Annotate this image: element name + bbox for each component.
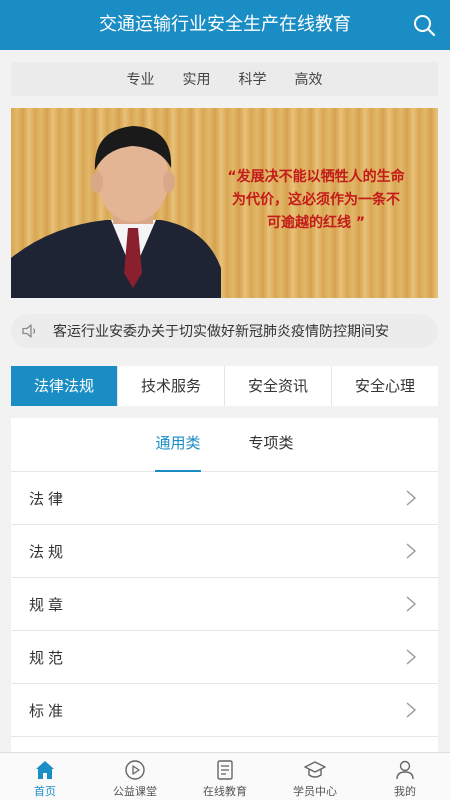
nav-label: 首页 <box>34 785 56 798</box>
notice-bar[interactable]: 客运行业安委办关于切实做好新冠肺炎疫情防控期间安 <box>11 314 438 348</box>
top-bar: 交通运输行业安全生产在线教育 <box>0 0 450 50</box>
list-item-label: 规范 <box>29 648 68 667</box>
banner-quote-line: “发展决不能以牺牲人的生命 <box>227 169 405 185</box>
nav-mine[interactable]: 我的 <box>360 753 450 800</box>
tab-safety-psychology[interactable]: 安全心理 <box>332 366 438 406</box>
nav-label: 学员中心 <box>293 785 337 798</box>
bottom-nav: 首页 公益课堂 在线教育 学员中心 我的 <box>0 752 450 800</box>
list-item[interactable]: 法律 <box>11 472 438 525</box>
search-icon[interactable] <box>412 13 436 37</box>
chevron-right-icon <box>406 543 417 559</box>
nav-home[interactable]: 首页 <box>0 753 90 800</box>
list-item[interactable]: 标准 <box>11 684 438 737</box>
subtab-general[interactable]: 通用类 <box>155 418 201 472</box>
graduation-cap-icon <box>304 761 326 778</box>
list-item[interactable]: 规章 <box>11 578 438 631</box>
nav-student-center[interactable]: 学员中心 <box>270 753 360 800</box>
list-item-label: 规章 <box>29 595 68 614</box>
list-item-label: 法律 <box>29 489 68 508</box>
content-panel: 通用类 专项类 法律 法规 规章 规范 标准 <box>11 418 438 753</box>
nav-online-education[interactable]: 在线教育 <box>180 753 270 800</box>
list-item[interactable]: 规范 <box>11 631 438 684</box>
chevron-right-icon <box>406 702 417 718</box>
slogan-item: 专业 <box>126 72 155 88</box>
play-circle-icon <box>125 760 145 780</box>
slogan-item: 高效 <box>294 72 323 88</box>
nav-label: 我的 <box>394 785 416 798</box>
subtabs: 通用类 专项类 <box>11 418 438 472</box>
nav-label: 在线教育 <box>203 785 247 798</box>
tab-safety-news[interactable]: 安全资讯 <box>225 366 332 406</box>
home-icon <box>36 761 54 779</box>
slogan-item: 科学 <box>238 72 267 88</box>
notice-text: 客运行业安委办关于切实做好新冠肺炎疫情防控期间安 <box>53 324 389 340</box>
tab-technical-service[interactable]: 技术服务 <box>118 366 225 406</box>
speaker-icon <box>22 324 36 338</box>
slogan-item: 实用 <box>182 72 211 88</box>
category-tabs: 法律法规 技术服务 安全资讯 安全心理 <box>11 366 438 406</box>
nav-public-class[interactable]: 公益课堂 <box>90 753 180 800</box>
tab-laws-regulations[interactable]: 法律法规 <box>11 366 118 406</box>
banner-quote: “发展决不能以牺牲人的生命 为代价，这必须作为一条不 可逾越的红线 ” <box>201 166 431 235</box>
chevron-right-icon <box>406 490 417 506</box>
chevron-right-icon <box>406 596 417 612</box>
banner-quote-line: 可逾越的红线 ” <box>266 215 366 231</box>
user-icon <box>396 760 414 780</box>
list-item-label: 法规 <box>29 542 68 561</box>
slogan-strip: 专业 实用 科学 高效 <box>11 62 438 96</box>
nav-label: 公益课堂 <box>113 785 157 798</box>
banner-carousel[interactable]: “发展决不能以牺牲人的生命 为代价，这必须作为一条不 可逾越的红线 ” <box>11 108 438 298</box>
document-icon <box>217 760 233 780</box>
list-item[interactable]: 法规 <box>11 525 438 578</box>
list-item-label: 标准 <box>29 701 68 720</box>
banner-portrait-image <box>11 126 221 298</box>
banner-quote-line: 为代价，这必须作为一条不 <box>232 192 400 208</box>
subtab-special[interactable]: 专项类 <box>249 418 294 472</box>
page-title: 交通运输行业安全生产在线教育 <box>99 14 351 35</box>
chevron-right-icon <box>406 649 417 665</box>
